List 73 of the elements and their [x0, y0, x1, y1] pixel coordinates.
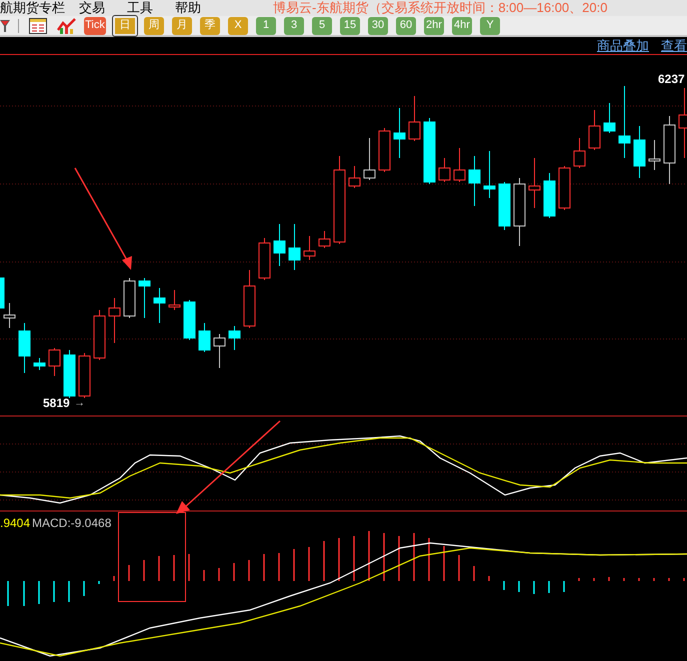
candlestick	[138, 278, 150, 318]
candlestick	[498, 182, 510, 230]
candlestick	[198, 322, 210, 352]
interval-button[interactable]: 60	[396, 16, 416, 34]
interval-button[interactable]: Tick	[84, 16, 106, 34]
candlestick	[558, 166, 570, 210]
interval-button[interactable]: 2hr	[424, 16, 444, 34]
filter-icon[interactable]	[0, 18, 10, 32]
macd-readout: MACD:-9.0468	[32, 516, 112, 530]
candlestick	[348, 166, 360, 188]
interval-button[interactable]: 日	[112, 14, 138, 36]
candlestick	[634, 126, 646, 178]
candlestick	[64, 350, 76, 398]
candlestick	[168, 290, 180, 310]
candlestick	[678, 88, 687, 158]
menu-item[interactable]: 交易	[79, 0, 105, 16]
interval-button[interactable]: 30	[368, 16, 388, 34]
candlestick	[288, 224, 300, 270]
window-title: 博易云-东航期货（交易系统开放时间：8:00—16:00、20:0	[273, 0, 608, 16]
candlestick	[48, 348, 60, 376]
interval-button[interactable]: 1	[256, 16, 276, 34]
candlestick	[468, 156, 480, 206]
arrow-glyph: →	[74, 397, 85, 409]
candlestick	[454, 148, 466, 182]
candlestick	[438, 158, 450, 182]
interval-button[interactable]: 5	[312, 16, 332, 34]
candlestick	[228, 326, 240, 350]
candlestick	[394, 108, 406, 158]
interval-button[interactable]: 3	[284, 16, 304, 34]
candlestick	[514, 178, 526, 246]
menu-item[interactable]: 航期货专栏	[0, 0, 65, 16]
candlestick	[258, 238, 270, 280]
link[interactable]: 查看	[661, 36, 687, 56]
candlestick	[408, 96, 420, 142]
candlestick	[124, 278, 136, 318]
candlestick	[214, 334, 226, 368]
interval-button[interactable]: Y	[480, 16, 500, 34]
candlestick	[378, 128, 390, 172]
price-label: 5819	[43, 396, 70, 410]
candlestick	[484, 150, 496, 198]
candlestick	[648, 140, 660, 170]
candlestick	[604, 102, 616, 134]
interval-button[interactable]: 季	[200, 16, 220, 34]
interval-button[interactable]: 15	[340, 16, 360, 34]
candlestick	[574, 138, 586, 168]
candlestick	[78, 352, 90, 398]
candlestick	[544, 172, 556, 218]
candlestick	[34, 358, 46, 370]
macd-readout: .9404	[0, 516, 30, 530]
candlestick	[424, 118, 436, 184]
candlestick	[154, 288, 166, 324]
candlestick	[664, 116, 676, 184]
candlestick	[108, 298, 120, 344]
candlestick	[18, 322, 30, 374]
candlestick	[94, 310, 106, 360]
candlestick	[184, 300, 196, 340]
menu-item[interactable]: 工具	[127, 0, 153, 16]
chart-icon[interactable]	[57, 18, 77, 34]
candlestick	[528, 158, 540, 208]
table-icon[interactable]	[29, 18, 47, 34]
candlestick	[304, 236, 316, 260]
interval-button[interactable]: 月	[172, 16, 192, 34]
link[interactable]: 商品叠加	[597, 36, 649, 56]
menu-item[interactable]: 帮助	[175, 0, 201, 16]
candlestick	[244, 270, 256, 328]
interval-button[interactable]: 4hr	[452, 16, 472, 34]
candlestick	[318, 230, 330, 248]
interval-button[interactable]: 周	[144, 16, 164, 34]
interval-button[interactable]: X	[228, 16, 248, 34]
candlestick	[588, 110, 600, 150]
price-label: 6237	[658, 72, 685, 86]
candlestick	[364, 138, 376, 180]
candlestick	[274, 224, 286, 266]
